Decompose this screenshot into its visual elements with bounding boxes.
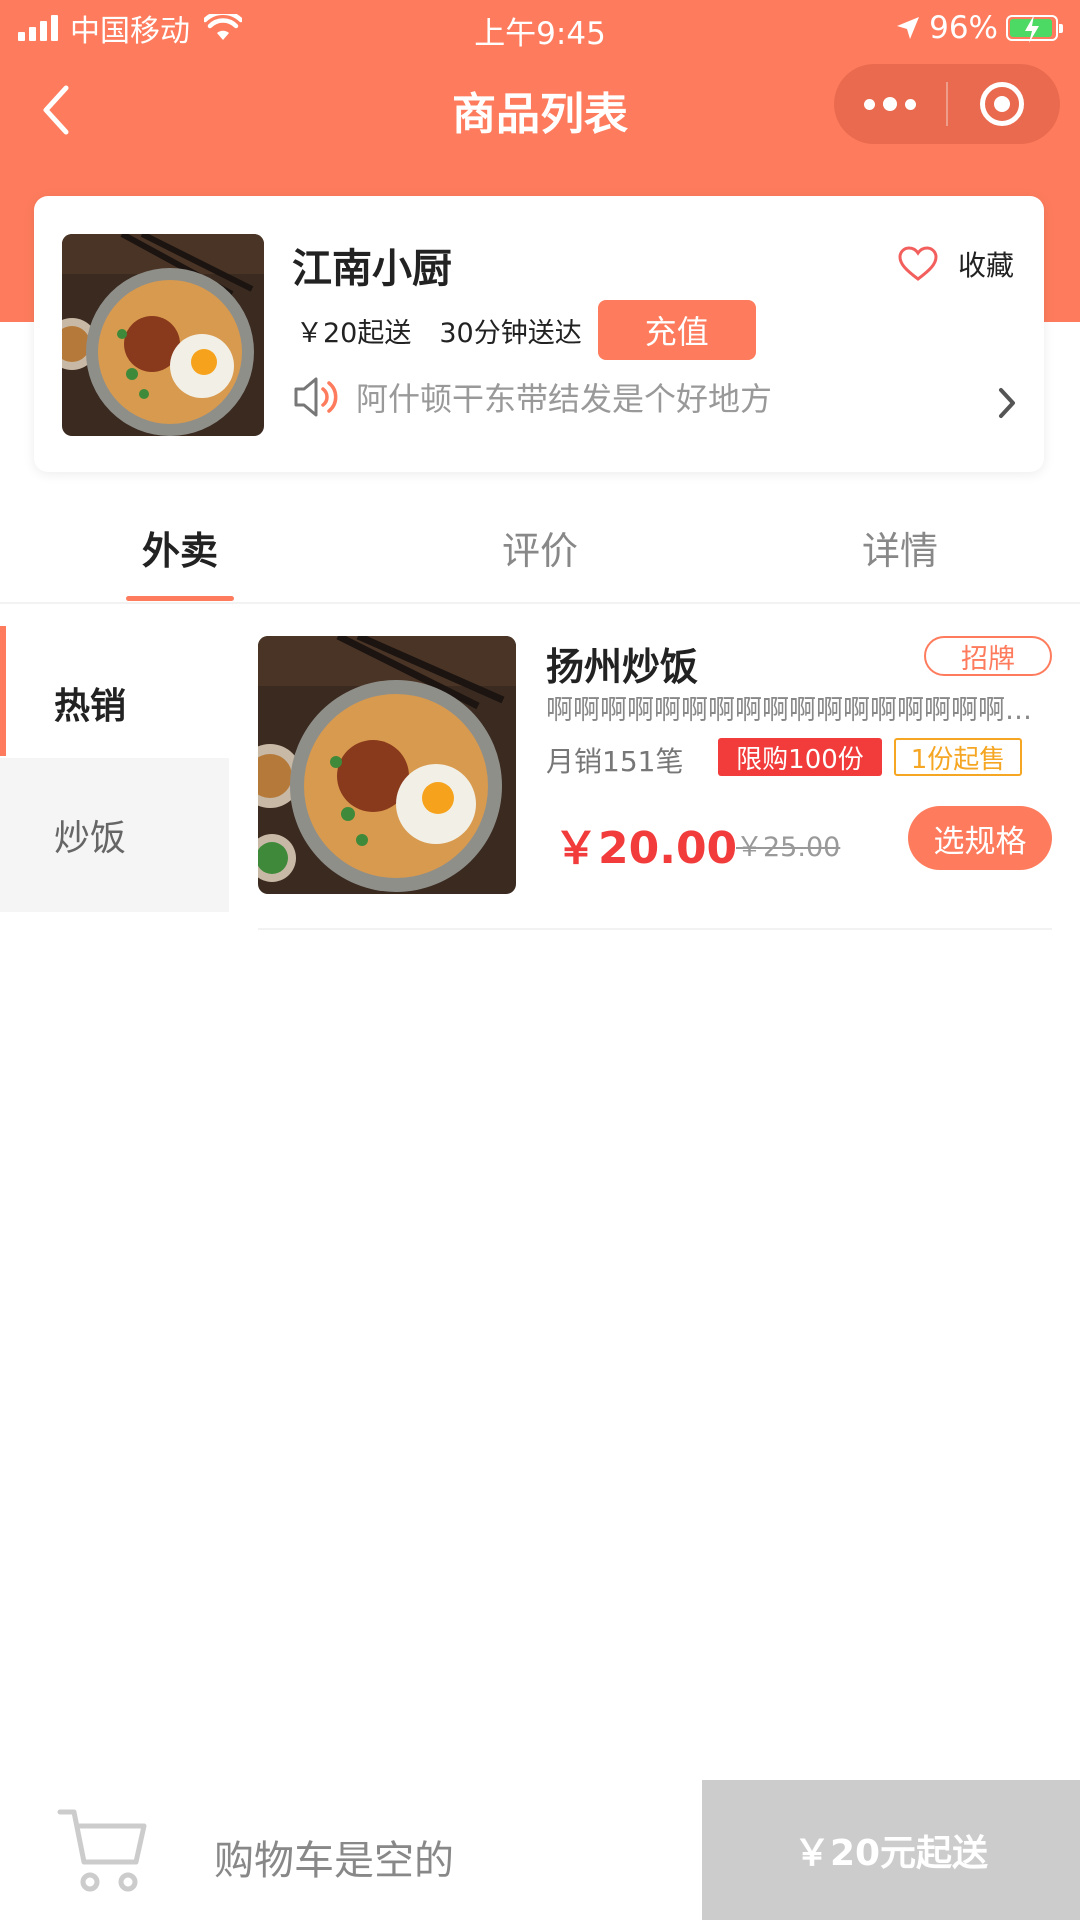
tab-details[interactable]: 详情 bbox=[800, 520, 1000, 575]
category-hot[interactable]: 热销 bbox=[0, 626, 229, 780]
close-mini-program-button[interactable] bbox=[980, 82, 1024, 126]
signature-badge: 招牌 bbox=[924, 636, 1052, 676]
monthly-sales: 月销151笔 bbox=[546, 745, 684, 778]
status-bar: 中国移动 上午9:45 96% bbox=[0, 0, 1080, 56]
product-item: 扬州炒饭 招牌 啊啊啊啊啊啊啊啊啊啊啊啊啊啊啊啊啊啊啊啊 月销151笔 限购10… bbox=[258, 636, 1052, 930]
tab-takeout[interactable]: 外卖 bbox=[80, 520, 280, 575]
product-image[interactable] bbox=[258, 636, 516, 894]
purchase-limit-tag: 限购100份 bbox=[718, 738, 882, 776]
favorite-button[interactable]: 收藏 bbox=[898, 244, 1014, 284]
delivery-time: 30分钟送达 bbox=[439, 317, 582, 349]
speaker-icon bbox=[294, 377, 338, 417]
location-arrow-icon bbox=[897, 17, 920, 39]
cart-icon[interactable] bbox=[56, 1806, 148, 1896]
capsule-divider bbox=[946, 82, 948, 126]
shop-name: 江南小厨 bbox=[292, 246, 452, 292]
select-spec-button[interactable]: 选规格 bbox=[908, 806, 1052, 870]
recharge-button[interactable]: 充值 bbox=[597, 300, 756, 360]
min-order: ￥20起送 bbox=[296, 317, 412, 349]
product-price: ￥20.00 bbox=[554, 823, 738, 874]
status-right: 96% bbox=[895, 8, 1063, 48]
battery-icon bbox=[1006, 15, 1063, 43]
shop-image bbox=[62, 234, 264, 436]
checkout-button[interactable]: ￥20元起送 bbox=[702, 1780, 1080, 1920]
cart-empty-text: 购物车是空的 bbox=[214, 1838, 454, 1884]
battery-percent: 96% bbox=[929, 10, 998, 46]
product-description: 啊啊啊啊啊啊啊啊啊啊啊啊啊啊啊啊啊啊啊啊 bbox=[546, 695, 1052, 726]
shop-meta: ￥20起送 30分钟送达 充值 bbox=[296, 300, 756, 360]
notice-text: 阿什顿干东带结发是个好地方 bbox=[356, 380, 773, 418]
active-tab-indicator bbox=[126, 596, 234, 601]
cart-bar: 购物车是空的 ￥20元起送 bbox=[0, 1780, 1080, 1920]
shop-notice[interactable]: 阿什顿干东带结发是个好地方 bbox=[292, 374, 772, 420]
favorite-label: 收藏 bbox=[957, 249, 1014, 282]
tab-reviews[interactable]: 评价 bbox=[440, 520, 640, 575]
product-name: 扬州炒饭 bbox=[546, 645, 699, 689]
shop-card: 江南小厨 收藏 ￥20起送 30分钟送达 充值 阿什顿干东带结发是个好地方 bbox=[34, 196, 1044, 472]
more-button[interactable] bbox=[834, 64, 946, 144]
minimum-quantity-tag: 1份起售 bbox=[894, 738, 1022, 776]
heart-icon bbox=[898, 246, 938, 281]
tab-bar: 外卖 评价 详情 bbox=[0, 490, 1080, 604]
category-fried-rice[interactable]: 炒饭 bbox=[0, 758, 229, 912]
original-price: ￥25.00 bbox=[736, 832, 841, 863]
mini-program-capsule bbox=[834, 64, 1060, 144]
chevron-right-icon[interactable] bbox=[996, 386, 1018, 420]
